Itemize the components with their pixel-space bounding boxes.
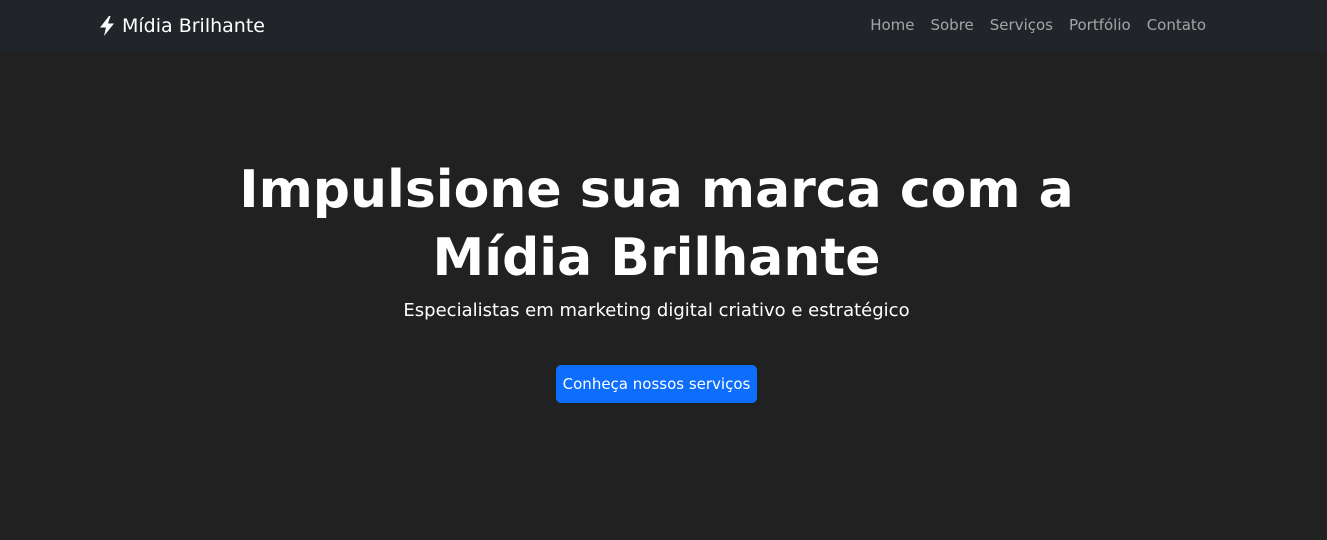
brand-name: Mídia Brilhante (122, 15, 265, 37)
nav-link-home[interactable]: Home (870, 14, 914, 36)
nav-links: Home Sobre Serviços Portfólio Contato (870, 14, 1206, 36)
brand-link[interactable]: Mídia Brilhante (98, 13, 265, 39)
hero-subtitle: Especialistas em marketing digital criat… (403, 300, 910, 321)
nav-link-contato[interactable]: Contato (1147, 14, 1206, 36)
hero-section: Impulsione sua marca com a Mídia Brilhan… (0, 52, 1327, 540)
nav-link-sobre[interactable]: Sobre (930, 14, 973, 36)
services-cta-button[interactable]: Conheça nossos serviços (556, 365, 757, 403)
nav-link-servicos[interactable]: Serviços (990, 14, 1053, 36)
hero-title: Impulsione sua marca com a Mídia Brilhan… (239, 160, 1074, 288)
top-navbar: Mídia Brilhante Home Sobre Serviços Port… (0, 0, 1327, 52)
bolt-icon (98, 16, 122, 36)
nav-link-portfolio[interactable]: Portfólio (1069, 14, 1131, 36)
